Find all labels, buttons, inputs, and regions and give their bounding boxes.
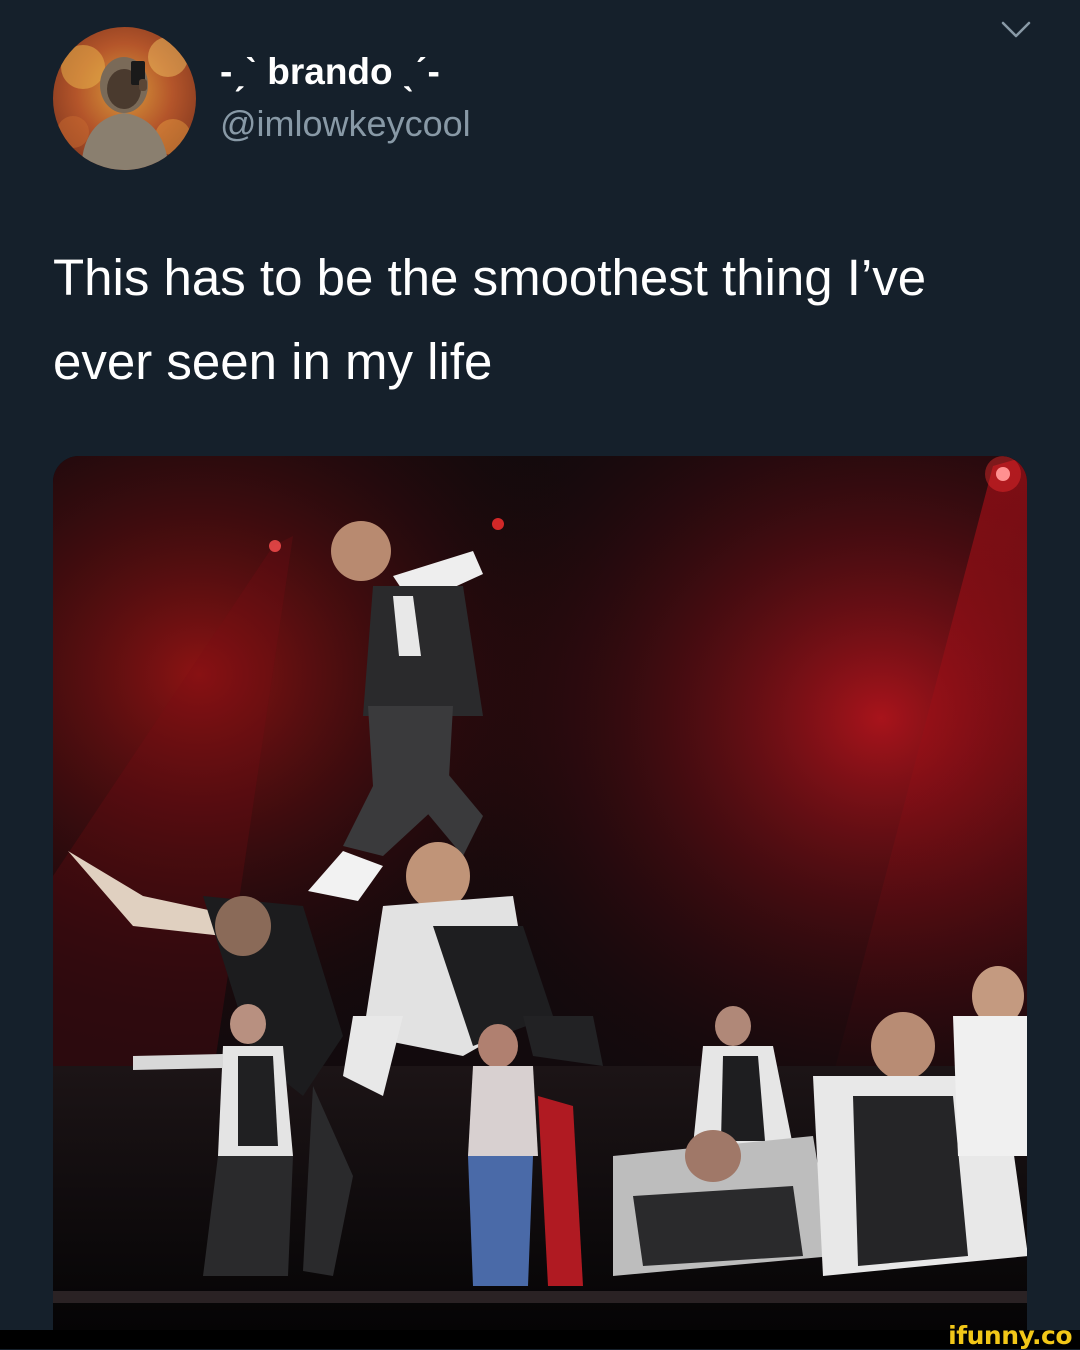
- tweet-media[interactable]: [53, 456, 1027, 1330]
- chevron-down-icon[interactable]: [996, 14, 1036, 44]
- avatar-photo: [57, 37, 191, 170]
- footer-bar: [0, 1330, 1080, 1349]
- tweet-card: -ˏˋ brando ˎˊ- @imlowkeycool This has to…: [0, 0, 1080, 1330]
- video-thumbnail: [53, 456, 1027, 1330]
- avatar[interactable]: [53, 27, 196, 170]
- display-name[interactable]: -ˏˋ brando ˎˊ-: [220, 50, 440, 94]
- ifunny-watermark: ifunny.co: [948, 1321, 1072, 1350]
- user-handle[interactable]: @imlowkeycool: [220, 102, 471, 146]
- tweet-text: This has to be the smoothest thing I’ve …: [53, 249, 927, 390]
